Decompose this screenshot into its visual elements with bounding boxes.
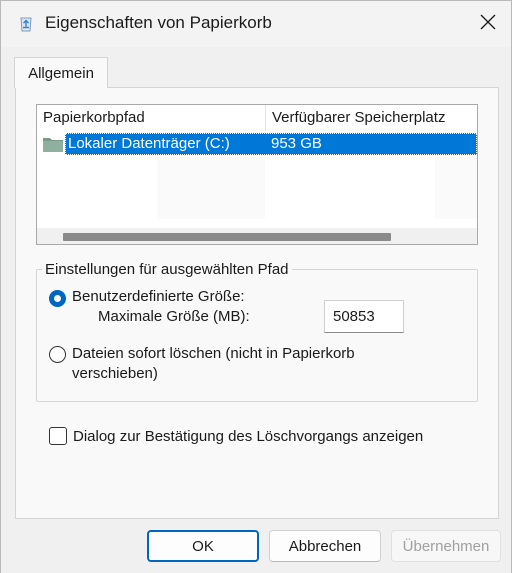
horizontal-scrollbar[interactable]: [37, 228, 477, 244]
list-empty-area: [435, 157, 477, 219]
drive-folder-icon: [42, 135, 64, 153]
delete-immediately-radio[interactable]: [49, 346, 66, 363]
recycle-bin-properties-dialog: Eigenschaften von Papierkorb Allgemein P…: [0, 0, 512, 573]
title-bar: Eigenschaften von Papierkorb: [1, 1, 511, 47]
ok-button[interactable]: OK: [147, 530, 259, 562]
row-free-space: 953 GB: [271, 135, 322, 152]
close-button[interactable]: [465, 1, 511, 47]
confirm-dialog-checkbox[interactable]: [49, 427, 67, 445]
list-row[interactable]: Lokaler Datenträger (C:) 953 GB: [37, 133, 477, 155]
column-header-free-space[interactable]: Verfügbarer Speicherplatz: [266, 105, 477, 131]
max-size-label: Maximale Größe (MB):: [98, 308, 250, 325]
cancel-button[interactable]: Abbrechen: [269, 530, 381, 562]
delete-immediately-label[interactable]: Dateien sofort löschen (nicht in Papierk…: [72, 345, 355, 362]
window-title: Eigenschaften von Papierkorb: [45, 13, 272, 32]
confirm-dialog-label[interactable]: Dialog zur Bestätigung des Löschvorgangs…: [73, 428, 423, 445]
close-icon: [480, 14, 496, 34]
tab-panel-allgemein: Papierkorbpfad Verfügbarer Speicherplatz…: [15, 87, 499, 519]
row-path: Lokaler Datenträger (C:): [68, 135, 230, 152]
tab-allgemein[interactable]: Allgemein: [14, 57, 108, 88]
list-empty-area: [157, 157, 265, 219]
tab-label: Allgemein: [28, 64, 94, 82]
custom-size-radio[interactable]: [49, 290, 66, 307]
apply-button[interactable]: Übernehmen: [391, 530, 501, 562]
column-header-path[interactable]: Papierkorbpfad: [37, 105, 265, 131]
delete-immediately-label-cont[interactable]: verschieben): [72, 365, 158, 382]
recycle-bin-icon: [18, 14, 34, 32]
list-header: Papierkorbpfad Verfügbarer Speicherplatz: [37, 105, 477, 131]
scrollbar-thumb[interactable]: [63, 233, 391, 241]
custom-size-label[interactable]: Benutzerdefinierte Größe:: [72, 288, 245, 305]
location-list[interactable]: Papierkorbpfad Verfügbarer Speicherplatz…: [36, 104, 478, 245]
settings-group-title: Einstellungen für ausgewählten Pfad: [42, 261, 292, 278]
max-size-input[interactable]: 50853: [324, 300, 404, 333]
